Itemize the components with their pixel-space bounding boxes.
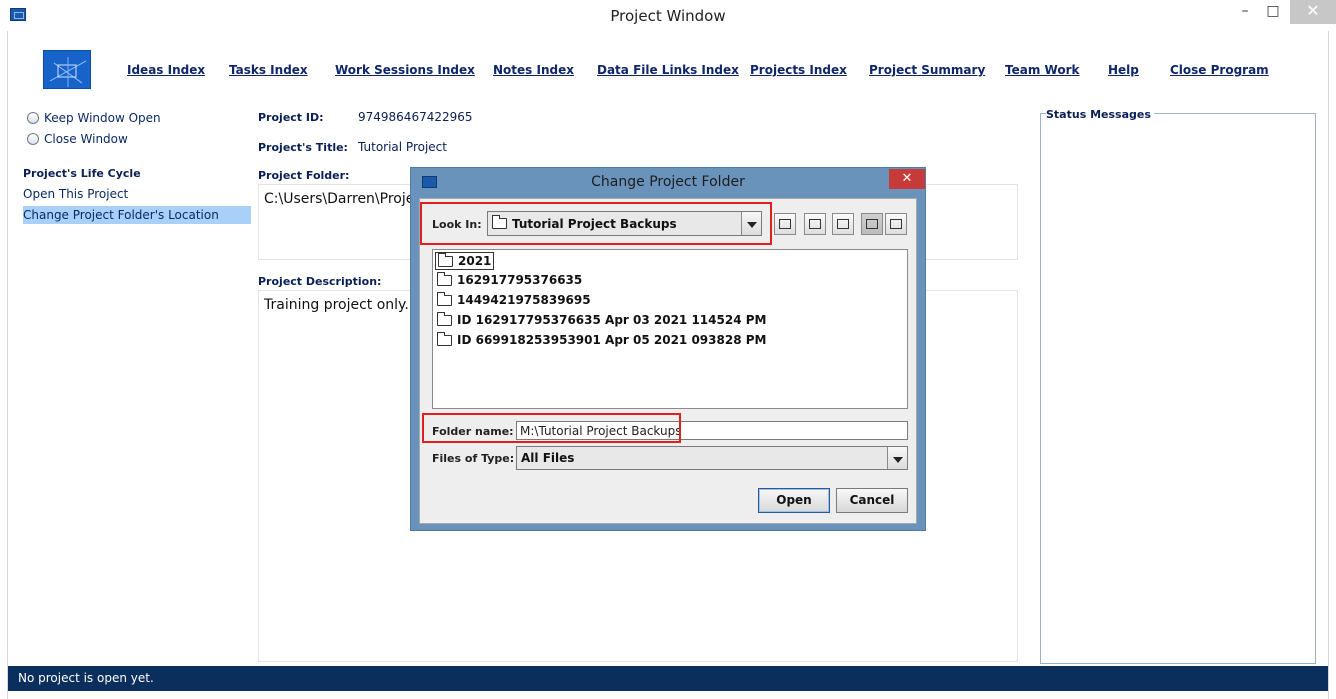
look-in-select[interactable]: Tutorial Project Backups [487, 211, 762, 236]
project-title-value: Tutorial Project [358, 140, 447, 154]
up-folder-icon [779, 219, 791, 229]
list-item-label: ID 162917795376635 Apr 03 2021 114524 PM [457, 313, 767, 327]
up-folder-button[interactable] [774, 213, 796, 235]
project-summary-link[interactable]: Project Summary [869, 63, 985, 77]
title-bar: Project Window – □ ✕ [0, 0, 1336, 31]
list-item[interactable]: ID 162917795376635 Apr 03 2021 114524 PM [435, 311, 768, 328]
look-in-label: Look In: [432, 218, 482, 231]
home-icon [809, 219, 821, 229]
file-list[interactable]: 2021 162917795376635 1449421975839695 ID… [432, 249, 908, 409]
folder-icon [438, 252, 453, 267]
change-folder-location-link[interactable]: Change Project Folder's Location [23, 206, 251, 224]
radio-circle-icon [27, 133, 39, 145]
list-view-button[interactable] [861, 213, 883, 235]
list-item[interactable]: 162917795376635 [435, 271, 584, 288]
work-sessions-index-link[interactable]: Work Sessions Index [335, 63, 475, 77]
files-of-type-value: All Files [521, 451, 575, 465]
files-of-type-label: Files of Type: [432, 452, 515, 465]
folder-icon [492, 215, 507, 229]
ideas-index-link[interactable]: Ideas Index [127, 63, 205, 77]
keep-window-open-radio[interactable]: Keep Window Open [27, 111, 161, 125]
list-item[interactable]: ID 669918253953901 Apr 05 2021 093828 PM [435, 331, 768, 348]
status-messages-title: Status Messages [1046, 108, 1154, 121]
list-item-label: ID 669918253953901 Apr 05 2021 093828 PM [457, 333, 767, 347]
list-item[interactable]: 2021 [435, 252, 495, 270]
logo-graphic-icon [49, 57, 87, 87]
project-logo [43, 50, 91, 89]
maximize-button[interactable]: □ [1256, 0, 1290, 24]
close-window-radio[interactable]: Close Window [27, 132, 128, 146]
data-file-links-index-link[interactable]: Data File Links Index [597, 63, 739, 77]
close-window-label: Close Window [44, 132, 128, 146]
folder-icon [437, 331, 452, 346]
status-bar: No project is open yet. [8, 666, 1328, 691]
keep-window-open-label: Keep Window Open [44, 111, 161, 125]
list-view-icon [866, 219, 878, 229]
close-window-button[interactable]: ✕ [1290, 0, 1336, 24]
team-work-link[interactable]: Team Work [1005, 63, 1079, 77]
window-frame-right [1328, 31, 1336, 699]
window-title: Project Window [610, 7, 726, 25]
close-program-link[interactable]: Close Program [1170, 63, 1269, 77]
project-title-label: Project's Title: [258, 141, 348, 154]
folder-icon [437, 291, 452, 306]
folder-name-input[interactable]: M:\Tutorial Project Backups [516, 421, 908, 440]
open-this-project-link[interactable]: Open This Project [23, 187, 128, 201]
status-messages-panel [1040, 113, 1316, 664]
new-folder-icon [837, 219, 849, 229]
radio-circle-icon [27, 112, 39, 124]
folder-name-label: Folder name: [432, 425, 514, 438]
project-folder-label: Project Folder: [258, 169, 350, 182]
home-button[interactable] [804, 213, 826, 235]
dialog-title: Change Project Folder [591, 174, 745, 190]
tasks-index-link[interactable]: Tasks Index [229, 63, 308, 77]
projects-index-link[interactable]: Projects Index [750, 63, 847, 77]
folder-icon [437, 311, 452, 326]
dialog-close-button[interactable]: ✕ [889, 169, 925, 189]
details-view-icon [890, 219, 902, 229]
chevron-down-icon[interactable] [741, 212, 761, 235]
look-in-value: Tutorial Project Backups [512, 216, 677, 231]
project-description-label: Project Description: [258, 275, 382, 288]
list-item-label: 1449421975839695 [457, 293, 591, 307]
list-item[interactable]: 1449421975839695 [435, 291, 593, 308]
project-id-value: 974986467422965 [358, 110, 473, 124]
dialog-body: Look In: Tutorial Project Backups 2021 1… [419, 198, 917, 524]
window-frame-left [0, 31, 8, 699]
list-item-label: 162917795376635 [457, 273, 583, 287]
folder-icon [437, 271, 452, 286]
help-link[interactable]: Help [1108, 63, 1139, 77]
details-view-button[interactable] [885, 213, 907, 235]
change-folder-dialog: Change Project Folder ✕ Look In: Tutoria… [410, 167, 926, 531]
open-button[interactable]: Open [758, 488, 830, 513]
life-cycle-heading: Project's Life Cycle [23, 167, 141, 180]
chevron-down-icon[interactable] [887, 447, 907, 469]
files-of-type-select[interactable]: All Files [516, 446, 908, 470]
project-id-label: Project ID: [258, 111, 324, 124]
notes-index-link[interactable]: Notes Index [493, 63, 574, 77]
cancel-button[interactable]: Cancel [836, 488, 908, 513]
new-folder-button[interactable] [832, 213, 854, 235]
list-item-label: 2021 [458, 254, 492, 268]
